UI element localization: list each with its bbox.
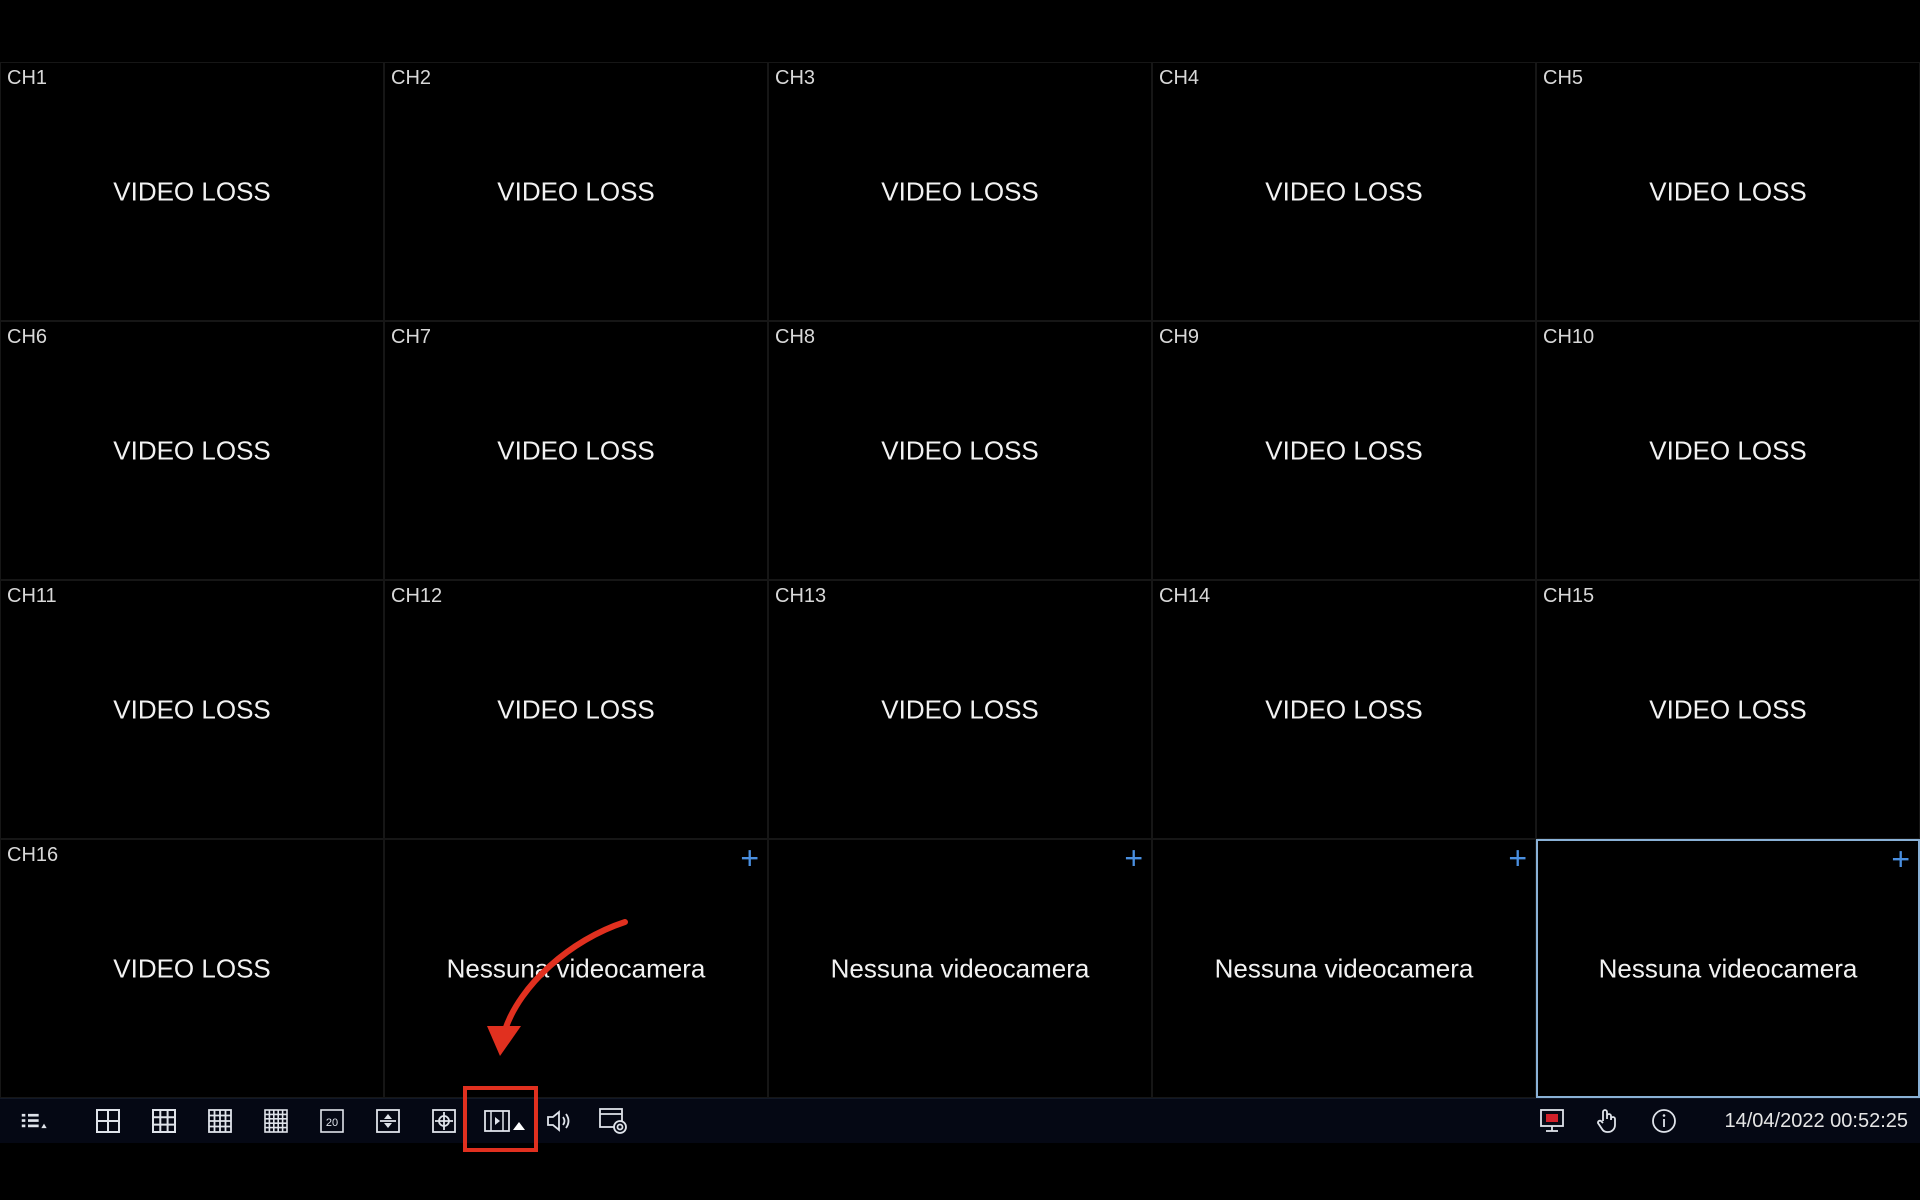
channel-grid: CH1 VIDEO LOSS CH2 VIDEO LOSS CH3 VIDEO …: [0, 62, 1920, 1098]
add-camera-button[interactable]: +: [1124, 842, 1143, 874]
channel-label: CH4: [1159, 67, 1200, 89]
layout-4-icon[interactable]: [92, 1105, 124, 1137]
ptz-icon[interactable]: [372, 1105, 404, 1137]
channel-label: CH16: [7, 844, 59, 866]
channel-label: CH12: [391, 585, 443, 607]
channel-tile-6[interactable]: CH6 VIDEO LOSS: [0, 321, 384, 580]
channel-tile-2[interactable]: CH2 VIDEO LOSS: [384, 62, 768, 321]
video-loss-text: VIDEO LOSS: [881, 694, 1039, 724]
channel-tile-11[interactable]: CH11 VIDEO LOSS: [0, 580, 384, 839]
no-camera-text: Nessuna videocamera: [1598, 953, 1858, 983]
video-loss-text: VIDEO LOSS: [497, 176, 655, 206]
menu-icon[interactable]: [20, 1105, 52, 1137]
video-loss-text: VIDEO LOSS: [113, 953, 271, 983]
channel-tile-16[interactable]: CH16 VIDEO LOSS: [0, 839, 384, 1098]
layout-16-icon[interactable]: [204, 1105, 236, 1137]
channel-tile-13[interactable]: CH13 VIDEO LOSS: [768, 580, 1152, 839]
layout-25-icon[interactable]: [260, 1105, 292, 1137]
zoom-icon[interactable]: [428, 1105, 460, 1137]
add-camera-button[interactable]: +: [1891, 843, 1910, 875]
channel-label: CH5: [1543, 67, 1584, 89]
no-camera-text: Nessuna videocamera: [1214, 953, 1474, 983]
channel-tile-15[interactable]: CH15 VIDEO LOSS: [1536, 580, 1920, 839]
video-loss-text: VIDEO LOSS: [113, 435, 271, 465]
channel-label: CH3: [775, 67, 816, 89]
channel-label: CH7: [391, 326, 432, 348]
video-loss-text: VIDEO LOSS: [1265, 694, 1423, 724]
monitor-icon[interactable]: [1536, 1105, 1568, 1137]
channel-label: CH8: [775, 326, 816, 348]
video-loss-text: VIDEO LOSS: [1649, 435, 1807, 465]
video-loss-text: VIDEO LOSS: [1649, 176, 1807, 206]
channel-tile-9[interactable]: CH9 VIDEO LOSS: [1152, 321, 1536, 580]
video-loss-text: VIDEO LOSS: [881, 176, 1039, 206]
snapshot-icon[interactable]: [598, 1105, 630, 1137]
channel-tile-8[interactable]: CH8 VIDEO LOSS: [768, 321, 1152, 580]
video-loss-text: VIDEO LOSS: [1265, 176, 1423, 206]
video-loss-text: VIDEO LOSS: [113, 694, 271, 724]
channel-tile-1[interactable]: CH1 VIDEO LOSS: [0, 62, 384, 321]
no-camera-text: Nessuna videocamera: [446, 953, 706, 983]
channel-tile-14[interactable]: CH14 VIDEO LOSS: [1152, 580, 1536, 839]
video-loss-text: VIDEO LOSS: [881, 435, 1039, 465]
layout-20-label: 20: [326, 1117, 338, 1129]
channel-tile-4[interactable]: CH4 VIDEO LOSS: [1152, 62, 1536, 321]
bottom-toolbar: 20 14/04/2022 00:52:25: [0, 1098, 1920, 1143]
video-loss-text: VIDEO LOSS: [1649, 694, 1807, 724]
datetime-display: 14/04/2022 00:52:25: [1724, 1110, 1908, 1132]
channel-label: CH9: [1159, 326, 1200, 348]
channel-tile-10[interactable]: CH10 VIDEO LOSS: [1536, 321, 1920, 580]
channel-tile-12[interactable]: CH12 VIDEO LOSS: [384, 580, 768, 839]
channel-label: CH13: [775, 585, 827, 607]
add-camera-button[interactable]: +: [740, 842, 759, 874]
video-loss-text: VIDEO LOSS: [113, 176, 271, 206]
empty-slot-2[interactable]: + Nessuna videocamera: [768, 839, 1152, 1098]
empty-slot-4[interactable]: + Nessuna videocamera: [1536, 839, 1920, 1098]
channel-label: CH15: [1543, 585, 1595, 607]
channel-label: CH10: [1543, 326, 1595, 348]
hand-icon[interactable]: [1592, 1105, 1624, 1137]
no-camera-text: Nessuna videocamera: [830, 953, 1090, 983]
layout-9-icon[interactable]: [148, 1105, 180, 1137]
channel-tile-5[interactable]: CH5 VIDEO LOSS: [1536, 62, 1920, 321]
empty-slot-3[interactable]: + Nessuna videocamera: [1152, 839, 1536, 1098]
layout-20-icon[interactable]: 20: [316, 1105, 348, 1137]
empty-slot-1[interactable]: + Nessuna videocamera: [384, 839, 768, 1098]
info-icon[interactable]: [1648, 1105, 1680, 1137]
channel-tile-3[interactable]: CH3 VIDEO LOSS: [768, 62, 1152, 321]
video-loss-text: VIDEO LOSS: [497, 694, 655, 724]
channel-label: CH6: [7, 326, 48, 348]
add-camera-button[interactable]: +: [1508, 842, 1527, 874]
video-loss-text: VIDEO LOSS: [1265, 435, 1423, 465]
playback-icon[interactable]: [480, 1105, 534, 1137]
channel-label: CH2: [391, 67, 432, 89]
channel-label: CH11: [7, 585, 57, 607]
video-loss-text: VIDEO LOSS: [497, 435, 655, 465]
audio-icon[interactable]: [544, 1105, 576, 1137]
channel-label: CH14: [1159, 585, 1211, 607]
channel-tile-7[interactable]: CH7 VIDEO LOSS: [384, 321, 768, 580]
channel-label: CH1: [7, 67, 48, 89]
